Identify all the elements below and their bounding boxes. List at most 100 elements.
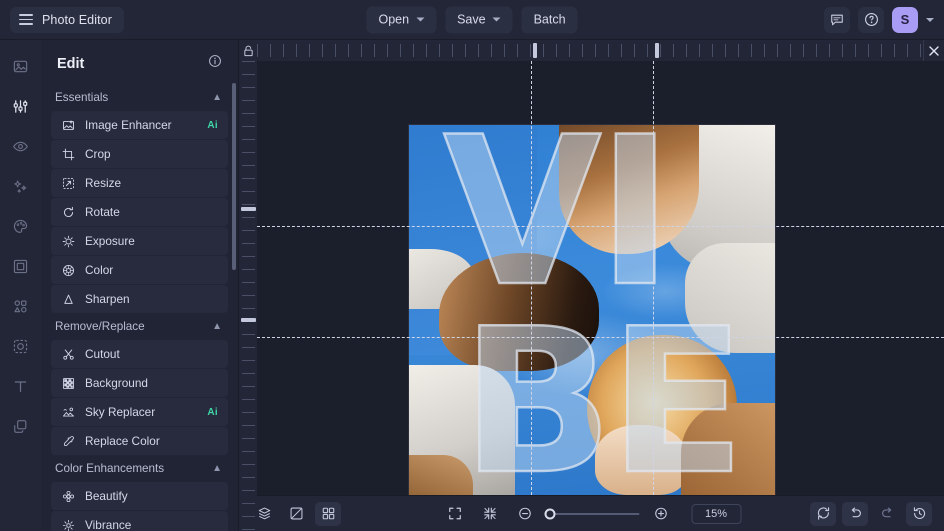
layers-stack-icon [257,506,272,521]
ruler-tick [242,295,255,296]
rail-item-effects-ai[interactable] [7,172,35,200]
menu-item-image-enhancer[interactable]: Image Enhancer Ai [51,111,228,139]
guide-marker-horizontal-2[interactable] [241,318,256,322]
menu-item-crop[interactable]: Crop [51,140,228,168]
menu-item-exposure[interactable]: Exposure [51,227,228,255]
app-menu-button[interactable]: Photo Editor [10,7,124,33]
ruler-tick [242,282,255,283]
fit-screen-button[interactable] [442,502,468,526]
ruler-tick [907,44,908,57]
avatar[interactable]: S [892,7,918,33]
sidebar-title: Edit [57,56,84,72]
group-header-color-enhancements[interactable]: Color Enhancements ▲ [51,456,228,482]
reset-button[interactable] [810,502,836,526]
menu-item-resize[interactable]: Resize [51,169,228,197]
ruler-tick [361,44,362,57]
ruler-tick [790,44,791,57]
save-label: Save [457,13,486,27]
group-header-remove-replace[interactable]: Remove/Replace ▲ [51,314,228,340]
rail-item-frame[interactable] [7,252,35,280]
open-button[interactable]: Open [366,6,436,33]
rail-item-shapes[interactable] [7,292,35,320]
zoom-slider[interactable] [547,513,639,515]
horizontal-ruler[interactable] [257,40,944,61]
history-button[interactable] [906,502,932,526]
ruler-tick [751,44,752,57]
rail-item-layers[interactable] [7,412,35,440]
zoom-out-button[interactable] [512,502,538,526]
batch-button[interactable]: Batch [522,6,578,33]
guide-marker-horizontal-1[interactable] [241,207,256,211]
sidebar-scrollbar-thumb[interactable] [232,83,236,270]
redo-button[interactable] [874,502,900,526]
rail-item-image[interactable] [7,52,35,80]
canvas-viewport[interactable]: V I B E [257,61,944,495]
artboard[interactable]: V I B E [409,125,775,495]
menu-item-rotate[interactable]: Rotate [51,198,228,226]
save-button[interactable]: Save [445,6,513,33]
group-header-essentials[interactable]: Essentials ▲ [51,85,228,111]
menu-item-sharpen[interactable]: Sharpen [51,285,228,313]
rail-item-text[interactable] [7,372,35,400]
ruler-tick [738,44,739,57]
guide-vertical-2[interactable] [653,61,654,495]
feedback-button[interactable] [824,7,850,33]
grid-button[interactable] [315,502,341,526]
ruler-tick [242,412,255,413]
rail-item-adjust-effects[interactable] [7,332,35,360]
grid-icon [321,506,336,521]
exposure-icon [61,234,75,248]
vertical-ruler[interactable] [239,61,257,531]
ruler-tick [242,87,255,88]
guide-horizontal-2[interactable] [257,337,944,338]
scissors-icon [61,347,75,361]
flower-icon [61,489,75,503]
menu-item-beautify[interactable]: Beautify [51,482,228,510]
menu-item-color[interactable]: Color [51,256,228,284]
chevron-down-icon[interactable] [926,18,934,22]
menu-item-background[interactable]: Background [51,369,228,397]
guide-marker-vertical-1[interactable] [533,43,537,58]
ruler-tick [608,44,609,57]
ruler-tick [322,44,323,57]
guide-vertical-1[interactable] [531,61,532,495]
ruler-tick [257,44,258,57]
ruler-tick [242,503,255,504]
menu-item-vibrance[interactable]: Vibrance [51,511,228,531]
menu-item-label: Image Enhancer [85,118,197,132]
menu-item-label: Rotate [85,205,218,219]
ruler-tick [242,139,255,140]
photo-region-skin-bottom-right [681,403,775,495]
ruler-tick [595,44,596,57]
rail-item-palette[interactable] [7,212,35,240]
zoom-level-value[interactable]: 15% [691,504,741,524]
zoom-in-button[interactable] [648,502,674,526]
zoom-slider-rail[interactable] [547,513,639,515]
group-label: Color Enhancements [55,462,164,475]
ruler-tick [621,44,622,57]
undo-button[interactable] [842,502,868,526]
rail-item-adjust[interactable] [7,92,35,120]
ruler-tick [270,44,271,57]
compare-button[interactable] [283,502,309,526]
menu-item-label: Background [85,376,218,390]
rail-item-view[interactable] [7,132,35,160]
info-circle-icon[interactable] [208,54,222,73]
ruler-tick [569,44,570,57]
close-panel-button[interactable] [923,40,944,61]
guide-horizontal-1[interactable] [257,226,944,227]
help-button[interactable] [858,7,884,33]
menu-item-cutout[interactable]: Cutout [51,340,228,368]
zoom-slider-knob[interactable] [544,508,555,519]
menu-item-replace-color[interactable]: Replace Color [51,427,228,455]
ruler-tick [803,44,804,57]
shrink-button[interactable] [477,502,503,526]
ruler-lock-button[interactable] [239,40,257,61]
ruler-tick [242,373,255,374]
guide-marker-vertical-2[interactable] [655,43,659,58]
chevron-down-icon [493,18,501,22]
menu-item-sky-replacer[interactable]: Sky Replacer Ai [51,398,228,426]
menu-item-label: Exposure [85,234,218,248]
zoom-out-icon [518,506,533,521]
undo-icon [848,506,863,521]
